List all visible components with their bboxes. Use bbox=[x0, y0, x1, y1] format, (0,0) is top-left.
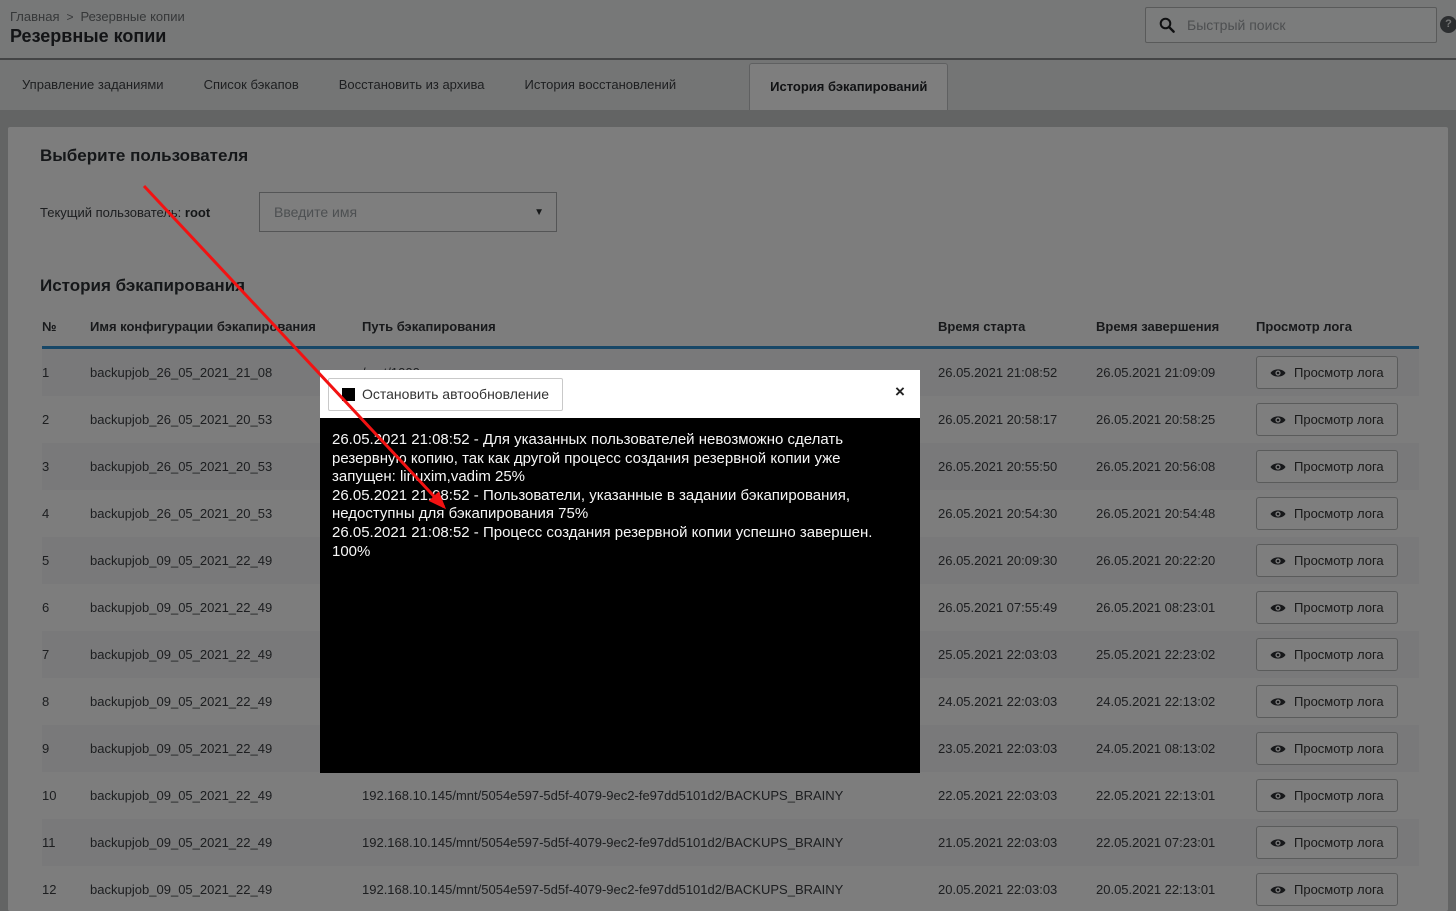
log-entry: 26.05.2021 21:08:52 - Для указанных поль… bbox=[332, 431, 908, 487]
log-viewer-modal: Остановить автообновление × 26.05.2021 2… bbox=[320, 370, 920, 773]
log-entry: 26.05.2021 21:08:52 - Пользователи, указ… bbox=[332, 487, 908, 524]
log-entry: 26.05.2021 21:08:52 - Процесс создания р… bbox=[332, 524, 908, 561]
stop-autorefresh-button[interactable]: Остановить автообновление bbox=[328, 378, 563, 411]
backup-page: Главная>Резервные копии Резервные копии … bbox=[0, 0, 1456, 911]
stop-icon bbox=[342, 388, 355, 401]
close-icon[interactable]: × bbox=[891, 383, 909, 401]
log-output: 26.05.2021 21:08:52 - Для указанных поль… bbox=[320, 418, 920, 773]
log-modal-toolbar: Остановить автообновление × bbox=[320, 370, 920, 418]
